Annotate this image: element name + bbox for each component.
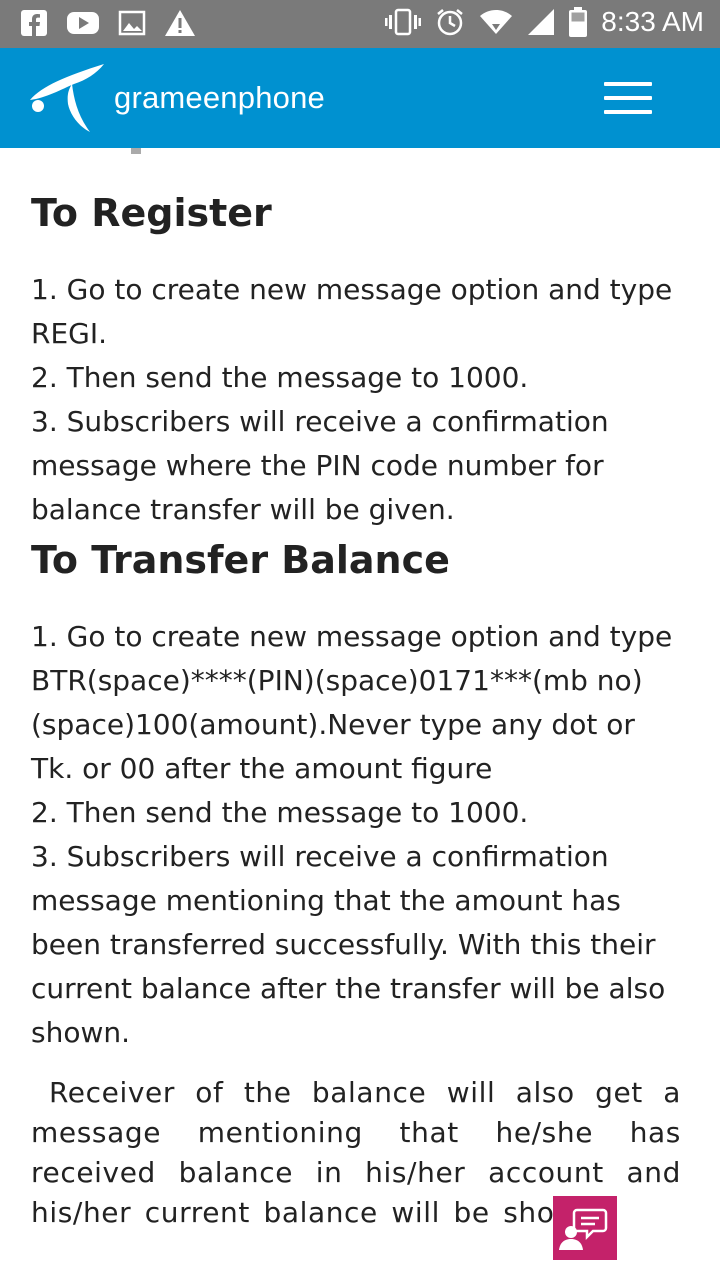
grameenphone-logo[interactable]: grameenphone xyxy=(28,60,325,136)
transfer-step: 3. Subscribers will receive a confirmati… xyxy=(31,840,666,1049)
vibrate-icon xyxy=(385,8,422,36)
section-title-transfer: To Transfer Balance xyxy=(31,538,450,582)
register-steps: 1. Go to create new message option and t… xyxy=(31,268,681,532)
alarm-icon xyxy=(437,9,464,36)
status-bar: 8:33 AM xyxy=(0,0,720,48)
facebook-icon xyxy=(21,10,47,36)
chat-button[interactable] xyxy=(553,1196,617,1260)
section-title-register: To Register xyxy=(31,191,272,235)
transfer-step: 1. Go to create new message option and t… xyxy=(31,620,673,785)
transfer-steps: 1. Go to create new message option and t… xyxy=(31,615,681,1055)
site-header: grameenphone xyxy=(0,48,720,148)
telenor-logo-icon xyxy=(30,64,104,132)
hamburger-menu-icon[interactable] xyxy=(604,82,652,116)
transfer-step: 2. Then send the message to 1000. xyxy=(31,796,529,829)
status-time: 8:33 AM xyxy=(601,6,704,37)
warning-icon xyxy=(165,10,195,36)
wifi-icon xyxy=(480,10,513,34)
youtube-icon xyxy=(67,12,99,34)
brand-name: grameenphone xyxy=(114,80,325,115)
system-icons: 8:33 AM xyxy=(385,6,704,38)
battery-icon xyxy=(569,7,588,37)
register-step: 3. Subscribers will receive a confirmati… xyxy=(31,405,609,526)
article-content: To Register 1. Go to create new message … xyxy=(31,148,681,1233)
register-step: 1. Go to create new message option and t… xyxy=(31,273,673,350)
gallery-icon xyxy=(118,10,146,36)
notification-icons xyxy=(20,8,196,38)
signal-icon xyxy=(528,9,555,35)
register-step: 2. Then send the message to 1000. xyxy=(31,361,529,394)
chat-icon xyxy=(559,1208,608,1250)
